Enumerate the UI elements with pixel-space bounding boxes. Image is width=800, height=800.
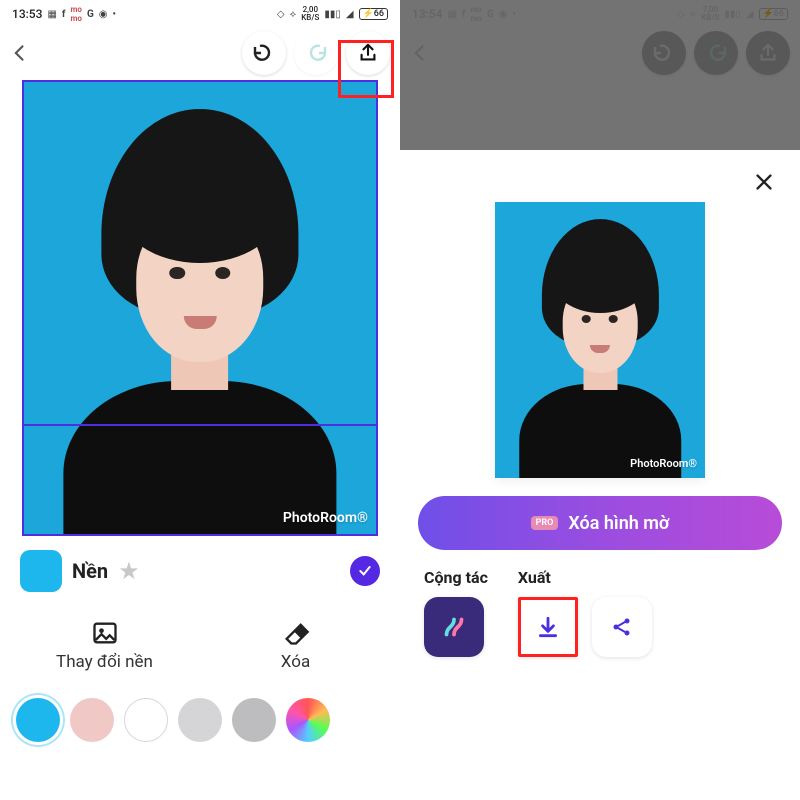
signal-icon-2: ◢ bbox=[746, 9, 754, 20]
color-palette bbox=[0, 692, 400, 748]
action-row: Thay đổi nền Xóa bbox=[0, 602, 400, 692]
erase-button[interactable]: Xóa bbox=[205, 606, 386, 682]
clock: 13:54 bbox=[412, 7, 442, 21]
momo-icon: momo bbox=[471, 5, 482, 23]
eraser-icon bbox=[205, 616, 386, 650]
chat-icon: ◉ bbox=[499, 9, 508, 20]
layer-section: Nền ★ bbox=[0, 536, 400, 602]
export-column: Xuất bbox=[518, 568, 652, 657]
crop-guide[interactable] bbox=[24, 424, 376, 426]
redo-button[interactable] bbox=[294, 31, 338, 75]
battery-icon: ⚡66 bbox=[359, 8, 388, 20]
clock: 13:53 bbox=[12, 7, 42, 21]
section-title: Nền bbox=[72, 559, 108, 583]
pro-badge: PRO bbox=[531, 516, 559, 530]
app-icon-1: ▦ bbox=[447, 9, 456, 20]
watermark: PhotoRoom® bbox=[630, 457, 697, 470]
screenshot-step-1: 13:53 ▦ f momo G ◉ • ◇ ⟡ 2,00KB/S ▮▮▯ ◢ … bbox=[0, 0, 400, 800]
status-bar: 13:54 ▦ f momo G ◉ • ◇ ⟡ 7,00KB/S ▮▮▯ ◢ … bbox=[400, 0, 800, 28]
export-sheet: PhotoRoom® PRO Xóa hình mờ Cộng tác Xuất bbox=[400, 150, 800, 800]
image-icon bbox=[14, 616, 195, 650]
signal-icon: ▮▮▯ bbox=[324, 9, 341, 20]
back-button[interactable] bbox=[410, 43, 444, 63]
net-speed: 2,00KB/S bbox=[301, 6, 319, 22]
color-white[interactable] bbox=[124, 698, 168, 742]
facebook-icon: f bbox=[62, 9, 66, 20]
export-button[interactable] bbox=[346, 31, 390, 75]
export-title: Xuất bbox=[518, 568, 652, 587]
toolbar bbox=[400, 28, 800, 78]
canvas[interactable]: PhotoRoom® bbox=[22, 80, 378, 536]
toolbar bbox=[0, 28, 400, 78]
undo-button[interactable] bbox=[642, 31, 686, 75]
confirm-button[interactable] bbox=[350, 556, 380, 586]
bluetooth-icon: ⟡ bbox=[290, 9, 297, 20]
bg-swatch[interactable] bbox=[20, 550, 62, 592]
color-lightgray[interactable] bbox=[178, 698, 222, 742]
net-speed: 7,00KB/S bbox=[701, 6, 719, 22]
signal-icon-2: ◢ bbox=[346, 9, 354, 20]
back-button[interactable] bbox=[10, 43, 44, 63]
change-bg-label: Thay đổi nền bbox=[14, 652, 195, 672]
chat-icon: ◉ bbox=[99, 9, 108, 20]
id-photo[interactable]: PhotoRoom® bbox=[22, 80, 378, 536]
change-background-button[interactable]: Thay đổi nền bbox=[14, 606, 195, 682]
vibrate-icon: ◇ bbox=[277, 9, 285, 20]
app-icon-1: ▦ bbox=[47, 9, 56, 20]
erase-label: Xóa bbox=[205, 652, 386, 672]
google-icon: G bbox=[87, 9, 94, 20]
signal-icon: ▮▮▯ bbox=[724, 9, 741, 20]
bluetooth-icon: ⟡ bbox=[690, 9, 697, 20]
color-pink[interactable] bbox=[70, 698, 114, 742]
share-button[interactable] bbox=[592, 597, 652, 657]
color-cyan[interactable] bbox=[16, 698, 60, 742]
status-bar: 13:53 ▦ f momo G ◉ • ◇ ⟡ 2,00KB/S ▮▮▯ ◢ … bbox=[0, 0, 400, 28]
more-icon: • bbox=[513, 9, 517, 20]
close-button[interactable] bbox=[746, 164, 782, 200]
watermark: PhotoRoom® bbox=[283, 510, 368, 526]
cta-label: Xóa hình mờ bbox=[568, 513, 669, 534]
collab-app-button[interactable] bbox=[424, 597, 484, 657]
vibrate-icon: ◇ bbox=[677, 9, 685, 20]
color-picker[interactable] bbox=[286, 698, 330, 742]
battery-icon: ⚡66 bbox=[759, 8, 788, 20]
undo-button[interactable] bbox=[242, 31, 286, 75]
momo-icon: momo bbox=[71, 5, 82, 23]
facebook-icon: f bbox=[462, 9, 466, 20]
google-icon: G bbox=[487, 9, 494, 20]
redo-button[interactable] bbox=[694, 31, 738, 75]
preview-photo: PhotoRoom® bbox=[495, 202, 705, 478]
screenshot-step-2: 13:54 ▦ f momo G ◉ • ◇ ⟡ 7,00KB/S ▮▮▯ ◢ … bbox=[400, 0, 800, 800]
export-button[interactable] bbox=[746, 31, 790, 75]
collab-column: Cộng tác bbox=[424, 568, 488, 657]
color-gray[interactable] bbox=[232, 698, 276, 742]
collab-title: Cộng tác bbox=[424, 568, 488, 587]
download-button[interactable] bbox=[518, 597, 578, 657]
more-icon: • bbox=[113, 9, 117, 20]
favorite-icon[interactable]: ★ bbox=[118, 557, 140, 585]
remove-watermark-button[interactable]: PRO Xóa hình mờ bbox=[418, 496, 782, 550]
